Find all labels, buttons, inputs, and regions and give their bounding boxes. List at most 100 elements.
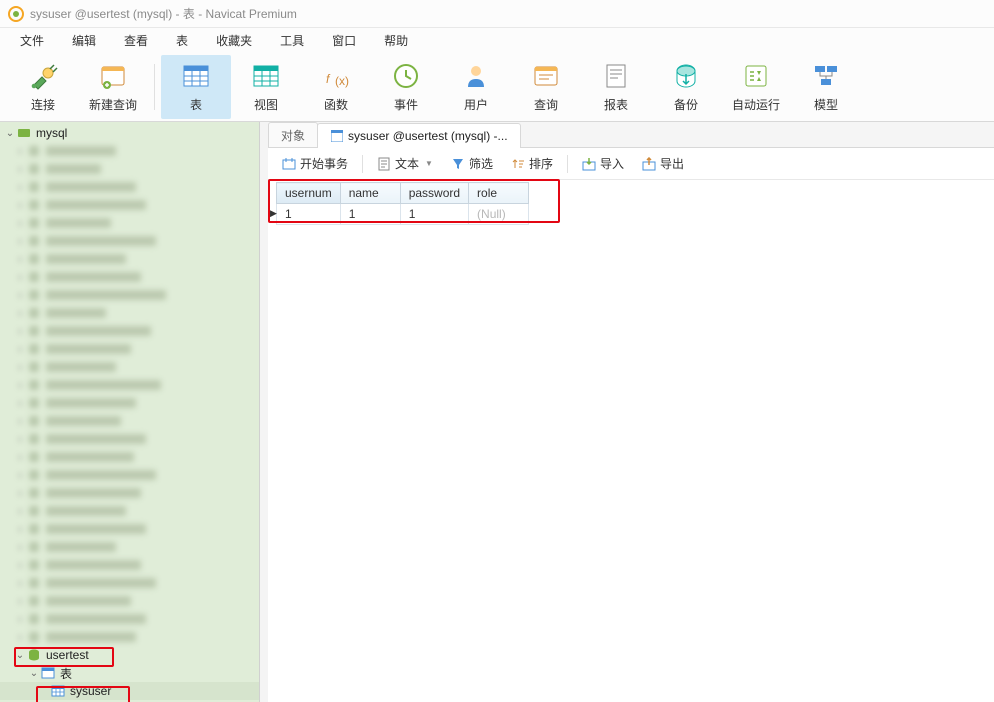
connection-tree[interactable]: ⌄ mysql ›››››››››››››››››››››››››››› ⌄ u…	[0, 122, 259, 702]
tree-database-blurred: ›	[0, 538, 259, 556]
tool-label: 用户	[464, 96, 488, 113]
tool-view[interactable]: 视图	[231, 55, 301, 119]
clock-icon	[390, 60, 422, 92]
col-header[interactable]: role	[469, 183, 529, 204]
view-icon	[250, 60, 282, 92]
database-server-icon	[16, 126, 32, 140]
col-header[interactable]: password	[400, 183, 468, 204]
cell-null[interactable]: (Null)	[469, 204, 529, 225]
tree-table-sysuser[interactable]: sysuser	[0, 682, 259, 700]
tool-backup[interactable]: 备份	[651, 55, 721, 119]
svg-text:(x): (x)	[335, 74, 349, 88]
tool-model[interactable]: 模型	[791, 55, 861, 119]
separator	[362, 155, 363, 173]
tree-database-blurred: ›	[0, 394, 259, 412]
separator	[567, 155, 568, 173]
tree-database-blurred: ›	[0, 466, 259, 484]
tool-label: 报表	[604, 96, 628, 113]
tree-database-usertest[interactable]: ⌄ usertest	[0, 646, 259, 664]
report-icon	[600, 60, 632, 92]
tab-data[interactable]: sysuser @usertest (mysql) -...	[317, 123, 521, 148]
splitter[interactable]	[260, 122, 268, 702]
tree-database-blurred: ›	[0, 628, 259, 646]
action-text[interactable]: 文本 ▼	[371, 152, 439, 175]
col-header[interactable]: usernum	[277, 183, 341, 204]
tree-database-blurred: ›	[0, 358, 259, 376]
action-export[interactable]: 导出	[636, 152, 690, 175]
action-import[interactable]: 导入	[576, 152, 630, 175]
action-label: 文本	[395, 155, 419, 172]
data-grid[interactable]: usernum name password role 1 1 1 (Null)	[276, 182, 529, 225]
menubar: 文件 编辑 查看 表 收藏夹 工具 窗口 帮助	[0, 28, 994, 52]
tool-label: 视图	[254, 96, 278, 113]
menu-file[interactable]: 文件	[6, 29, 58, 52]
tool-label: 表	[190, 96, 202, 113]
menu-tools[interactable]: 工具	[266, 29, 318, 52]
tree-database-blurred: ›	[0, 376, 259, 394]
data-grid-wrap: usernum name password role 1 1 1 (Null) …	[268, 180, 994, 225]
chevron-down-icon[interactable]: ⌄	[28, 668, 40, 679]
tree-database-blurred: ›	[0, 610, 259, 628]
cell[interactable]: 1	[400, 204, 468, 225]
tool-event[interactable]: 事件	[371, 55, 441, 119]
tool-function[interactable]: f(x) 函数	[301, 55, 371, 119]
tool-auto[interactable]: 自动运行	[721, 55, 791, 119]
tree-database-blurred: ›	[0, 214, 259, 232]
tree-database-blurred: ›	[0, 574, 259, 592]
query-icon	[530, 60, 562, 92]
tree-database-blurred: ›	[0, 592, 259, 610]
table-icon	[50, 684, 66, 698]
tree-database-blurred: ›	[0, 196, 259, 214]
tool-report[interactable]: 报表	[581, 55, 651, 119]
node-label: 表	[60, 665, 72, 682]
tab-label: sysuser @usertest (mysql) -...	[348, 129, 508, 143]
cell[interactable]: 1	[340, 204, 400, 225]
table-row[interactable]: 1 1 1 (Null)	[277, 204, 529, 225]
tree-database-blurred: ›	[0, 178, 259, 196]
model-icon	[810, 60, 842, 92]
tool-label: 自动运行	[732, 96, 780, 113]
tree-connection[interactable]: ⌄ mysql	[0, 124, 259, 142]
tool-label: 函数	[324, 96, 348, 113]
menu-help[interactable]: 帮助	[370, 29, 422, 52]
chevron-down-icon[interactable]: ⌄	[14, 650, 26, 661]
tool-query[interactable]: 查询	[511, 55, 581, 119]
menu-favorites[interactable]: 收藏夹	[202, 29, 266, 52]
menu-view[interactable]: 查看	[110, 29, 162, 52]
toolbar: 连接 新建查询 表 视图 f(x) 函数 事件 用户 查询 报表 备份 自动运行	[0, 52, 994, 122]
main: ⌄ mysql ›››››››››››››››››››››››››››› ⌄ u…	[0, 122, 994, 702]
menu-window[interactable]: 窗口	[318, 29, 370, 52]
table-icon	[330, 129, 344, 143]
action-label: 导入	[600, 155, 624, 172]
tool-new-query[interactable]: 新建查询	[78, 55, 148, 119]
tool-label: 新建查询	[89, 96, 137, 113]
menu-edit[interactable]: 编辑	[58, 29, 110, 52]
chevron-down-icon[interactable]: ▼	[425, 159, 433, 168]
chevron-down-icon[interactable]: ⌄	[4, 128, 16, 139]
action-filter[interactable]: 筛选	[445, 152, 499, 175]
fx-icon: f(x)	[320, 60, 352, 92]
tree-database-blurred: ›	[0, 430, 259, 448]
menu-table[interactable]: 表	[162, 29, 202, 52]
action-begin-transaction[interactable]: 开始事务	[276, 152, 354, 175]
grid-header-row: usernum name password role	[277, 183, 529, 204]
tabstrip: 对象 sysuser @usertest (mysql) -...	[268, 122, 994, 148]
tool-label: 查询	[534, 96, 558, 113]
action-label: 导出	[660, 155, 684, 172]
action-sort[interactable]: 排序	[505, 152, 559, 175]
toolbar-separator	[154, 64, 155, 110]
transaction-icon	[282, 157, 296, 171]
tree-database-blurred: ›	[0, 520, 259, 538]
tool-user[interactable]: 用户	[441, 55, 511, 119]
cell[interactable]: 1	[277, 204, 341, 225]
action-label: 排序	[529, 155, 553, 172]
row-pointer-icon: ▶	[270, 208, 277, 219]
tab-objects[interactable]: 对象	[268, 122, 318, 147]
tool-table[interactable]: 表	[161, 55, 231, 119]
new-query-icon	[97, 60, 129, 92]
tree-database-blurred: ›	[0, 556, 259, 574]
action-label: 筛选	[469, 155, 493, 172]
tree-tables-folder[interactable]: ⌄ 表	[0, 664, 259, 682]
col-header[interactable]: name	[340, 183, 400, 204]
tool-connect[interactable]: 连接	[8, 55, 78, 119]
